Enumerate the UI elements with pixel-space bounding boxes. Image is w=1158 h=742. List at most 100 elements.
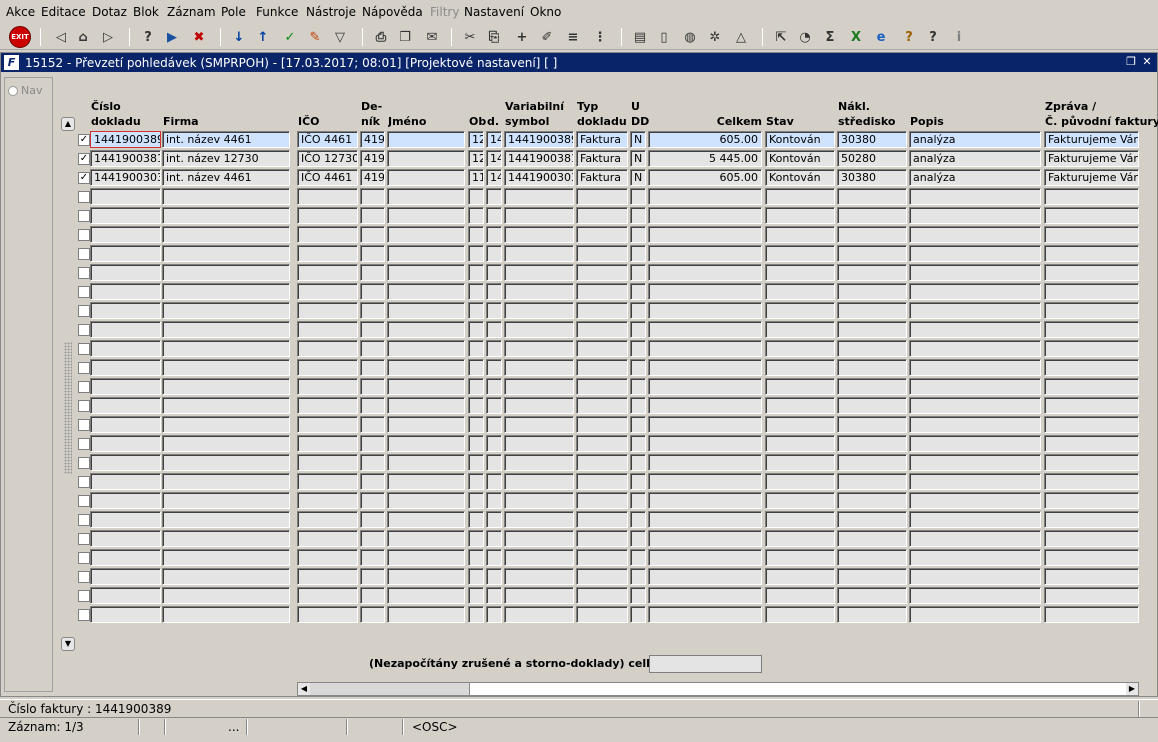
- cell-nakl[interactable]: [837, 587, 907, 604]
- cell-zprava[interactable]: [1044, 473, 1139, 490]
- cell-zprava[interactable]: [1044, 245, 1139, 262]
- cell-udd[interactable]: [630, 245, 646, 262]
- cell-jmeno[interactable]: [387, 492, 465, 509]
- cell-jmeno[interactable]: [387, 321, 465, 338]
- cell-d[interactable]: [486, 264, 502, 281]
- cell-typ[interactable]: [576, 321, 628, 338]
- cell-typ[interactable]: Faktura: [576, 131, 628, 148]
- cell-denik[interactable]: [360, 397, 385, 414]
- cell-ob[interactable]: [468, 473, 484, 490]
- cell-zprava[interactable]: [1044, 302, 1139, 319]
- cut-icon[interactable]: ✂: [460, 27, 480, 47]
- cell-udd[interactable]: N: [630, 169, 646, 186]
- cell-ob[interactable]: [468, 378, 484, 395]
- cell-vs[interactable]: [504, 245, 574, 262]
- cell-denik[interactable]: [360, 226, 385, 243]
- cell-zprava[interactable]: [1044, 207, 1139, 224]
- cell-d[interactable]: [486, 302, 502, 319]
- cell-udd[interactable]: N: [630, 150, 646, 167]
- cell-ico[interactable]: [297, 245, 358, 262]
- cell-ob[interactable]: [468, 606, 484, 623]
- cell-cislo[interactable]: 1441900389: [90, 131, 161, 148]
- cell-jmeno[interactable]: [387, 587, 465, 604]
- cell-firma[interactable]: [162, 587, 290, 604]
- row-checkbox[interactable]: [78, 229, 90, 241]
- cell-nakl[interactable]: [837, 435, 907, 452]
- cell-vs[interactable]: [504, 530, 574, 547]
- cell-celkem[interactable]: [648, 283, 762, 300]
- scroll-thumb[interactable]: [310, 683, 470, 695]
- cell-zprava[interactable]: [1044, 359, 1139, 376]
- cell-typ[interactable]: [576, 587, 628, 604]
- cell-cislo[interactable]: [90, 587, 161, 604]
- cell-denik[interactable]: [360, 606, 385, 623]
- cell-d[interactable]: [486, 568, 502, 585]
- cell-stav[interactable]: Kontován: [765, 131, 835, 148]
- cell-ico[interactable]: IČO 4461: [297, 131, 358, 148]
- cell-nakl[interactable]: 30380: [837, 131, 907, 148]
- cell-ico[interactable]: [297, 207, 358, 224]
- cell-zprava[interactable]: [1044, 188, 1139, 205]
- cell-stav[interactable]: [765, 435, 835, 452]
- row-checkbox[interactable]: ✓: [78, 153, 90, 165]
- cell-cislo[interactable]: [90, 207, 161, 224]
- cell-nakl[interactable]: [837, 549, 907, 566]
- cell-udd[interactable]: [630, 226, 646, 243]
- cell-stav[interactable]: [765, 359, 835, 376]
- cell-udd[interactable]: [630, 188, 646, 205]
- horizontal-scrollbar[interactable]: ◀ ▶: [297, 682, 1139, 696]
- cell-stav[interactable]: [765, 302, 835, 319]
- cell-ob[interactable]: [468, 188, 484, 205]
- cell-celkem[interactable]: [648, 511, 762, 528]
- cell-celkem[interactable]: 605.00: [648, 169, 762, 186]
- cell-vs[interactable]: 1441900303: [504, 169, 574, 186]
- cell-celkem[interactable]: [648, 416, 762, 433]
- row-checkbox[interactable]: [78, 552, 90, 564]
- cell-celkem[interactable]: [648, 492, 762, 509]
- cell-celkem[interactable]: [648, 549, 762, 566]
- menu-funkce[interactable]: Funkce: [256, 5, 298, 19]
- cell-celkem[interactable]: [648, 321, 762, 338]
- cell-zprava[interactable]: [1044, 587, 1139, 604]
- cell-popis[interactable]: [909, 549, 1041, 566]
- cell-cislo[interactable]: [90, 473, 161, 490]
- cell-celkem[interactable]: [648, 264, 762, 281]
- cell-denik[interactable]: [360, 378, 385, 395]
- cell-stav[interactable]: [765, 264, 835, 281]
- row-checkbox[interactable]: [78, 571, 90, 583]
- cell-stav[interactable]: [765, 321, 835, 338]
- cell-udd[interactable]: [630, 606, 646, 623]
- cell-firma[interactable]: int. název 12730: [162, 150, 290, 167]
- cell-denik[interactable]: [360, 245, 385, 262]
- cell-stav[interactable]: [765, 511, 835, 528]
- cell-ico[interactable]: [297, 264, 358, 281]
- cell-vs[interactable]: 1441900381: [504, 150, 574, 167]
- row-checkbox[interactable]: ✓: [78, 134, 90, 146]
- cell-ico[interactable]: [297, 473, 358, 490]
- cell-ico[interactable]: [297, 321, 358, 338]
- cell-udd[interactable]: [630, 435, 646, 452]
- cell-cislo[interactable]: [90, 264, 161, 281]
- cell-celkem[interactable]: [648, 378, 762, 395]
- cell-jmeno[interactable]: [387, 549, 465, 566]
- cell-jmeno[interactable]: [387, 340, 465, 357]
- row-checkbox[interactable]: [78, 305, 90, 317]
- cell-typ[interactable]: [576, 511, 628, 528]
- cell-ico[interactable]: [297, 226, 358, 243]
- cell-firma[interactable]: [162, 511, 290, 528]
- execute-query-icon[interactable]: ▶: [162, 27, 182, 47]
- exit-button[interactable]: EXIT: [9, 26, 31, 48]
- cell-cislo[interactable]: 1441900381: [90, 150, 161, 167]
- cell-stav[interactable]: [765, 454, 835, 471]
- cell-nakl[interactable]: [837, 359, 907, 376]
- cell-firma[interactable]: [162, 568, 290, 585]
- cell-typ[interactable]: [576, 549, 628, 566]
- cell-celkem[interactable]: [648, 587, 762, 604]
- row-checkbox[interactable]: [78, 609, 90, 621]
- columns-icon[interactable]: ⋮: [590, 27, 610, 47]
- forward-icon[interactable]: ▷: [98, 27, 118, 47]
- cell-d[interactable]: [486, 530, 502, 547]
- query-icon[interactable]: ?: [138, 27, 158, 47]
- cell-celkem[interactable]: [648, 606, 762, 623]
- disk-icon[interactable]: ◔: [795, 27, 815, 47]
